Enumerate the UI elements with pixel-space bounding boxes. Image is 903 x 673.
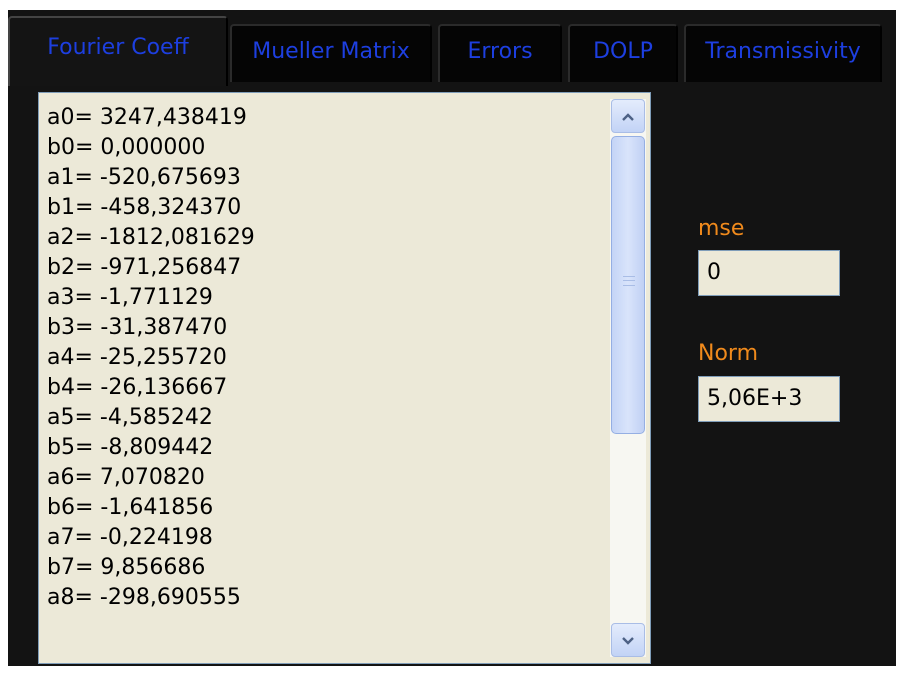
fourier-panel: Fourier Coeff Mueller Matrix Errors DOLP… (8, 10, 896, 666)
tab-strip: Fourier Coeff Mueller Matrix Errors DOLP… (8, 10, 896, 86)
vertical-scrollbar[interactable] (610, 99, 646, 657)
mse-label: mse (698, 216, 745, 241)
tab-transmissivity[interactable]: Transmissivity (684, 24, 882, 82)
list-item[interactable]: b4= -26,136667 (47, 373, 602, 403)
list-item[interactable]: b7= 9,856686 (47, 553, 602, 583)
mse-field[interactable]: 0 (698, 250, 840, 296)
list-item[interactable]: b3= -31,387470 (47, 313, 602, 343)
tab-errors[interactable]: Errors (438, 24, 562, 82)
list-item[interactable]: a1= -520,675693 (47, 163, 602, 193)
list-item[interactable]: a0= 3247,438419 (47, 103, 602, 133)
scroll-thumb[interactable] (611, 136, 645, 434)
grip-lines-icon (623, 276, 635, 286)
tab-dolp[interactable]: DOLP (568, 24, 678, 82)
list-item[interactable]: b5= -8,809442 (47, 433, 602, 463)
list-item[interactable]: a5= -4,585242 (47, 403, 602, 433)
scroll-up-button[interactable] (611, 99, 645, 133)
list-item[interactable]: b6= -1,641856 (47, 493, 602, 523)
chevron-down-icon (622, 636, 634, 645)
chevron-up-icon (622, 112, 634, 121)
list-item[interactable]: b2= -971,256847 (47, 253, 602, 283)
norm-field[interactable]: 5,06E+3 (698, 376, 840, 422)
list-item[interactable]: a3= -1,771129 (47, 283, 602, 313)
list-item[interactable]: a8= -298,690555 (47, 583, 602, 613)
norm-label: Norm (698, 341, 759, 366)
scroll-down-button[interactable] (611, 623, 645, 657)
list-item[interactable]: a2= -1812,081629 (47, 223, 602, 253)
tab-fourier-coeff[interactable]: Fourier Coeff (8, 16, 228, 86)
list-item[interactable]: a4= -25,255720 (47, 343, 602, 373)
coefficient-list-box[interactable]: a0= 3247,438419 b0= 0,000000 a1= -520,67… (38, 92, 651, 664)
tab-mueller-matrix[interactable]: Mueller Matrix (230, 24, 432, 82)
list-item[interactable]: b0= 0,000000 (47, 133, 602, 163)
list-item[interactable]: a6= 7,070820 (47, 463, 602, 493)
list-item[interactable]: b1= -458,324370 (47, 193, 602, 223)
list-item[interactable]: a7= -0,224198 (47, 523, 602, 553)
coefficient-list: a0= 3247,438419 b0= 0,000000 a1= -520,67… (47, 103, 602, 613)
